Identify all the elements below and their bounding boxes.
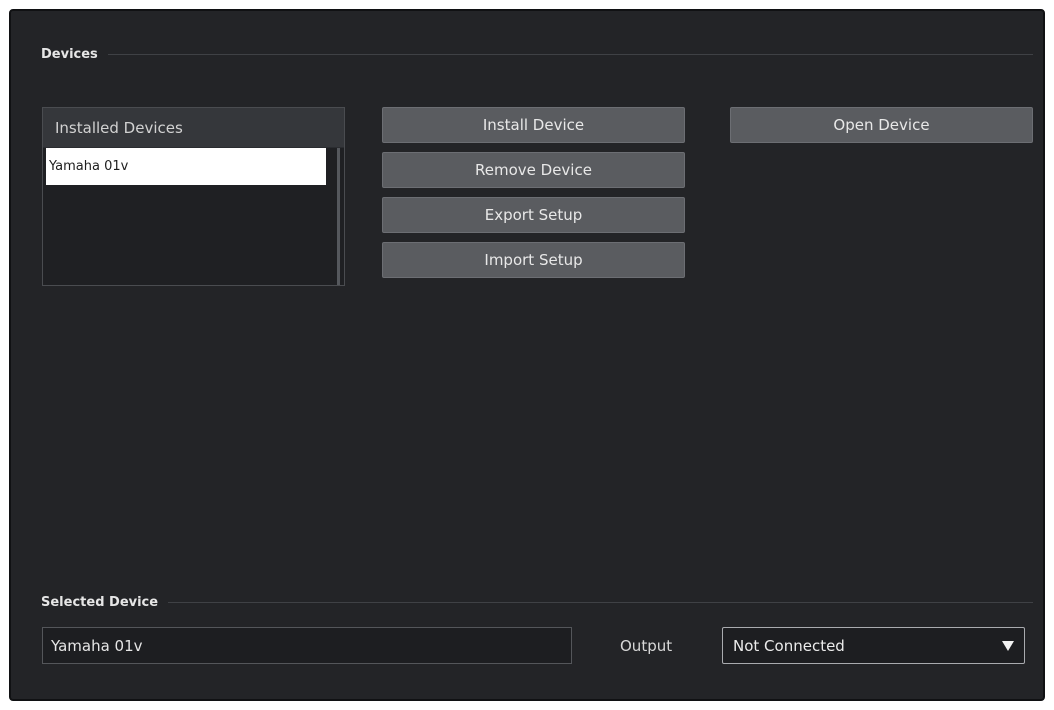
remove-device-button[interactable]: Remove Device [382,152,685,188]
installed-devices-header: Installed Devices [43,108,344,148]
list-scrollbar[interactable] [337,148,340,285]
devices-section-title: Devices [41,47,98,62]
selected-device-section-divider [168,602,1033,603]
open-device-button[interactable]: Open Device [730,107,1033,143]
output-label: Output [620,636,673,655]
export-setup-button[interactable]: Export Setup [382,197,685,233]
list-item[interactable]: Yamaha 01v [46,148,326,185]
selected-device-section-header: Selected Device [41,595,1033,610]
triangle-down-icon [1002,640,1014,651]
selected-device-section-title: Selected Device [41,595,159,610]
install-device-button[interactable]: Install Device [382,107,685,143]
devices-section-header: Devices [41,47,1033,62]
output-select[interactable]: Not Connected [722,627,1025,664]
installed-devices-body[interactable]: Yamaha 01v [43,148,344,285]
device-name-field[interactable]: Yamaha 01v [42,627,572,664]
installed-devices-list: Installed Devices Yamaha 01v [42,107,345,286]
output-select-value: Not Connected [733,636,845,655]
devices-section-divider [107,54,1033,55]
import-setup-button[interactable]: Import Setup [382,242,685,278]
devices-panel: Devices Installed Devices Yamaha 01v Ins… [9,9,1045,701]
